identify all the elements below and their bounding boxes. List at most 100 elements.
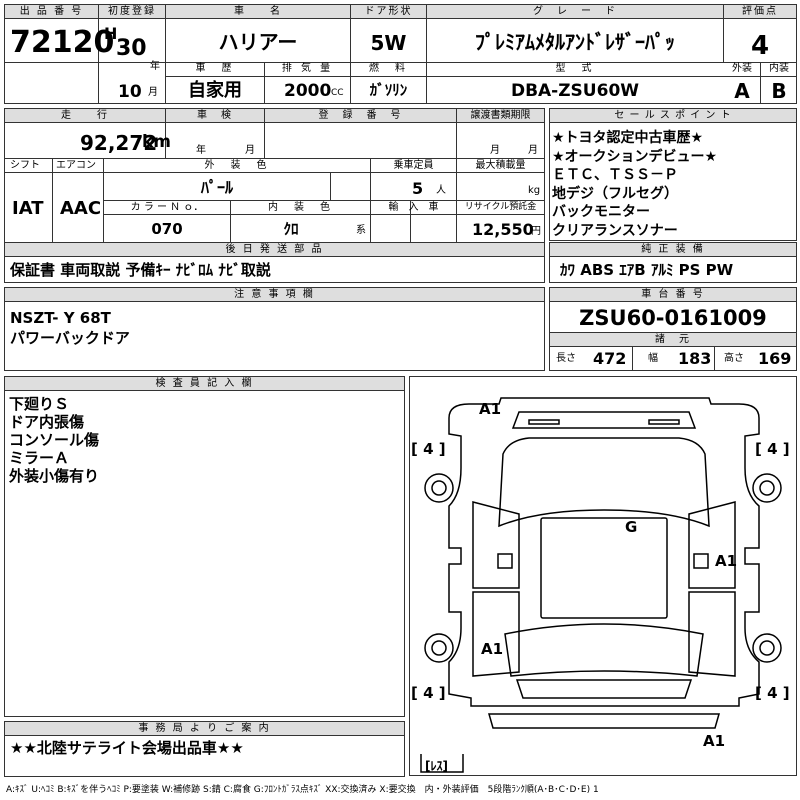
chassis-number: ZSU60-0161009: [579, 306, 767, 330]
tire-tread-front-right: [ 4 ]: [755, 440, 790, 458]
first-reg-label: 初度登録: [99, 5, 165, 19]
tire-front-right: [752, 473, 782, 503]
damage-mark-rear: A1: [703, 732, 725, 750]
office-label: 事 務 局 よ り ご 案 内: [5, 722, 404, 736]
score-label: 評価点: [724, 5, 796, 19]
windshield: [498, 437, 710, 528]
sales-point-item: クリアランスソナー: [552, 222, 678, 239]
inspection-month-unit: 月: [245, 145, 255, 156]
sales-point-item: ＥＴＣ、ＴＳＳ－Ｐ: [552, 167, 678, 183]
fuel-label: 燃 料: [369, 63, 408, 74]
genuine-equipment: ｶﾜ ABS ｴｱB ｱﾙﾐ PS PW: [560, 261, 734, 279]
recycle-fee: 12,550: [472, 220, 534, 239]
door-label: ドア形状: [351, 5, 426, 19]
history-label: 車 歴: [195, 63, 235, 74]
displacement: 2000: [284, 81, 332, 101]
inspection-year-unit: 年: [196, 145, 206, 156]
capacity-value: 5: [412, 179, 424, 198]
damage-mark-left-rear: A1: [481, 640, 503, 658]
left-mirror: [693, 553, 709, 569]
transfer-month-unit: 月: [490, 145, 500, 156]
grade-value: ﾌﾟﾚﾐｱﾑﾒﾀﾙｱﾝﾄﾞﾚｻﾞｰﾊﾟｯ: [475, 30, 675, 54]
year-unit: 年: [150, 61, 160, 72]
note-item: パワーバックドア: [10, 329, 130, 347]
score-value: 4: [750, 31, 770, 61]
model-label: 型 式: [555, 63, 595, 74]
left-front-door: [472, 501, 520, 589]
recycle-label: リサイクル預託金: [464, 202, 537, 212]
note-item: NSZT- Y 68T: [10, 309, 111, 327]
grade-label: グ レ ー ド: [427, 5, 723, 19]
transfer-label: 譲渡書類期限: [457, 109, 544, 123]
inspection-label: 車 検: [166, 109, 264, 123]
transfer-day-unit: 月: [528, 145, 538, 156]
model-code: DBA-ZSU60W: [510, 81, 640, 101]
reg-month: 10: [118, 82, 142, 102]
color-no-label: カ ラ ー Ｎ ｏ．: [130, 202, 204, 213]
capacity-label: 乗車定員: [393, 160, 434, 171]
reg-year: 30: [116, 36, 147, 61]
inspector-note: ドア内張傷: [9, 413, 85, 431]
chassis-label: 車 台 番 号: [550, 288, 796, 302]
rear-gate: [515, 679, 693, 699]
exterior-label: 外装: [732, 63, 752, 74]
max-load-label: 最大積載量: [475, 160, 526, 171]
tire-rear-left: [424, 633, 454, 663]
fuel-type: ｶﾞｿﾘﾝ: [369, 81, 408, 99]
ext-color-label: 外 装 色: [204, 160, 270, 171]
tire-front-right-inner: [759, 480, 775, 496]
notes-label: 注 意 事 項 欄: [5, 288, 544, 302]
displacement-label: 排 気 量: [281, 63, 334, 74]
lot-number: 72120: [10, 25, 115, 60]
rear-bumper: [488, 713, 720, 729]
car-name: ハリアー: [218, 30, 298, 54]
tire-rear-right: [752, 633, 782, 663]
car-diagram: A1 G A1 A1 A1 [ 4 ] [ 4 ] [ 4 ] [ 4 ] [ﾚ…: [411, 397, 790, 773]
front-grille: [528, 419, 560, 425]
spec-length: 472: [593, 349, 627, 368]
color-no: 070: [151, 220, 183, 238]
tire-tread-rear-right: [ 4 ]: [755, 684, 790, 702]
tire-tread-rear-left: [ 4 ]: [411, 684, 446, 702]
car-name-label: 車 名: [166, 5, 350, 19]
door-type: 5W: [370, 31, 407, 55]
interior-grade: B: [771, 79, 787, 103]
shift-label: シフト: [10, 160, 40, 171]
roof-panel: [540, 517, 668, 619]
int-color-label: 内 装 色: [268, 202, 333, 213]
ext-color: ﾊﾟｰﾙ: [200, 178, 233, 197]
mileage-label: 走 行: [5, 109, 165, 123]
genuine-label: 純 正 装 備: [550, 243, 796, 257]
month-unit: 月: [148, 87, 158, 98]
aircon-type: AAC: [60, 198, 102, 219]
left-rear-door: [472, 591, 520, 677]
inspector-note: コンソール傷: [9, 431, 100, 449]
tire-rear-left-inner: [431, 640, 447, 656]
sales-point-list: ★トヨタ認定中古車歴★ ★オークションデビュー★ ＥＴＣ、ＴＳＳ－Ｐ 地デジ（フ…: [552, 129, 717, 240]
inspector-note: ミラーＡ: [9, 449, 70, 467]
yen-unit: 円: [531, 226, 541, 237]
office-message: ★★北陸サテライト会場出品車★★: [10, 739, 244, 757]
damage-mark-windshield: G: [625, 518, 637, 536]
spare-tire-label: [ﾚｽ]: [425, 759, 448, 773]
right-front-door: [688, 501, 736, 589]
width-label: 幅: [648, 353, 658, 364]
aircon-label: エアコン: [56, 160, 96, 171]
sales-point-item: ★トヨタ認定中古車歴★: [552, 130, 704, 146]
rear-window: [504, 623, 704, 677]
import-label: 輸 入 車: [388, 202, 439, 213]
height-label: 高さ: [724, 353, 744, 364]
lot-no-label: 出 品 番 号: [5, 5, 98, 19]
tire-tread-front-left: [ 4 ]: [411, 440, 446, 458]
sales-point-item: 地デジ（フルセグ）: [552, 185, 678, 202]
sales-point-item: ★オークションデビュー★: [552, 148, 718, 165]
inspector-notes-list: 下廻りＳ ドア内張傷 コンソール傷 ミラーＡ 外装小傷有り: [9, 395, 99, 485]
km-unit: km: [142, 132, 172, 152]
tire-front-left: [424, 473, 454, 503]
right-rear-door: [688, 591, 736, 677]
spec-height: 169: [758, 349, 792, 368]
cc-unit: CC: [331, 88, 344, 98]
inspector-note: 外装小傷有り: [9, 467, 100, 485]
persons-unit: 人: [436, 185, 446, 196]
shift-type: IAT: [12, 198, 44, 219]
